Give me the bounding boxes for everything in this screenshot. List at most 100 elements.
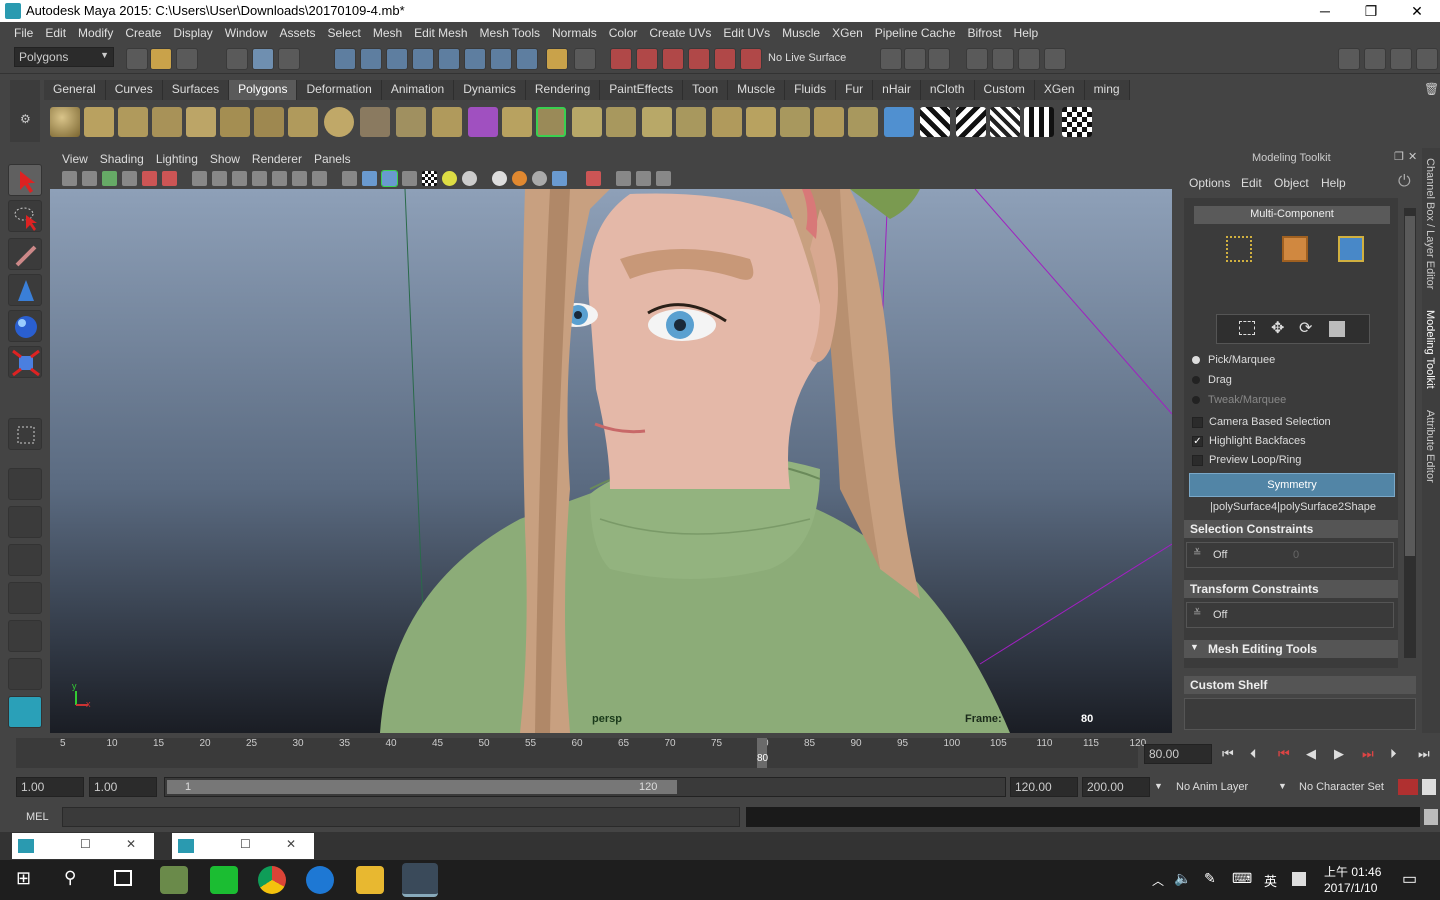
render-view-icon[interactable] [966, 48, 988, 70]
safe-title-icon[interactable] [312, 171, 327, 186]
rotate-tool-icon[interactable] [8, 310, 42, 342]
screen-space-ao-icon[interactable] [492, 171, 507, 186]
windows-start-icon[interactable]: ⊞ [16, 868, 31, 889]
chevron-up-icon[interactable]: ︿ [1152, 872, 1164, 889]
shelf-tab-deformation[interactable]: Deformation [297, 80, 382, 100]
render-settings-icon[interactable] [1044, 48, 1066, 70]
mt-menu-help[interactable]: Help [1321, 176, 1346, 190]
menu-edit-mesh[interactable]: Edit Mesh [408, 26, 473, 40]
clock-time[interactable]: 上午 01:46 [1324, 863, 1381, 880]
command-input[interactable] [62, 807, 740, 827]
shelf-tab-rendering[interactable]: Rendering [525, 80, 601, 100]
xray-components-icon[interactable] [656, 171, 671, 186]
vp-menu-view[interactable]: View [56, 152, 94, 166]
multi-component-button[interactable]: Multi-Component [1194, 206, 1390, 224]
shelf-tab-animation[interactable]: Animation [381, 80, 455, 100]
menu-display[interactable]: Display [167, 26, 218, 40]
checkbox-camera-based-selection[interactable]: Camera Based Selection [1192, 416, 1331, 428]
combine-icon[interactable] [360, 107, 390, 137]
new-scene-icon[interactable] [126, 48, 148, 70]
grid-icon[interactable] [192, 171, 207, 186]
menu-color[interactable]: Color [603, 26, 644, 40]
current-frame-field[interactable]: 80.00 [1144, 744, 1212, 764]
radio-tweak-marquee[interactable]: Tweak/Marquee [1192, 394, 1286, 406]
select-by-deformation-icon[interactable] [438, 48, 460, 70]
shadows-icon[interactable] [462, 171, 477, 186]
shelf-tab-muscle[interactable]: Muscle [728, 80, 786, 100]
dropdown-icon[interactable]: ≚ [1193, 548, 1201, 559]
field-chart-icon[interactable] [272, 171, 287, 186]
select-hierarchy-icon[interactable] [226, 48, 248, 70]
dropdown-icon[interactable]: ≚ [1193, 608, 1201, 619]
spherical-mapping-icon[interactable] [990, 107, 1020, 137]
two-d-pan-zoom-icon[interactable] [142, 171, 157, 186]
mel-label[interactable]: MEL [26, 811, 49, 823]
hypershade-layout-icon[interactable] [8, 620, 42, 652]
step-back-key-icon[interactable]: ⏮ [1278, 746, 1290, 762]
shelf-tab-toon[interactable]: Toon [683, 80, 729, 100]
go-to-start-icon[interactable]: ⏮ [1222, 746, 1234, 762]
camera-attributes-icon[interactable] [82, 171, 97, 186]
anim-start-field[interactable]: 1.00 [16, 777, 84, 797]
vp-menu-lighting[interactable]: Lighting [150, 152, 204, 166]
marquee-icon[interactable] [1239, 321, 1255, 335]
multi-cut-icon[interactable] [746, 107, 776, 137]
four-view-layout-icon[interactable] [8, 506, 42, 538]
range-slider-handle[interactable] [167, 780, 677, 794]
playback-start-field[interactable]: 1.00 [89, 777, 157, 797]
close-icon[interactable]: ✕ [286, 837, 296, 851]
minimized-window-1[interactable]: ☐ ✕ [12, 833, 154, 859]
separate-icon[interactable] [396, 107, 426, 137]
gear-icon[interactable]: ⚙ [20, 112, 31, 126]
tab-channel-box[interactable]: Channel Box / Layer Editor [1424, 158, 1436, 289]
poly-soccer-ball-icon[interactable] [324, 107, 354, 137]
pen-icon[interactable]: ✎ [1204, 870, 1216, 887]
shelf-tab-nhair[interactable]: nHair [873, 80, 921, 100]
symmetry-button[interactable]: Symmetry [1189, 473, 1395, 497]
transform-constraint-value[interactable]: Off [1213, 609, 1227, 621]
checkbox-highlight-backfaces[interactable]: ✓ Highlight Backfaces [1192, 435, 1306, 447]
maximize-button[interactable]: ❐ [1348, 0, 1394, 22]
motion-blur-icon[interactable] [512, 171, 527, 186]
minimized-window-2[interactable]: ☐ ✕ [172, 833, 314, 859]
menu-bifrost[interactable]: Bifrost [962, 26, 1008, 40]
animation-preferences-icon[interactable] [1422, 779, 1436, 795]
isolate-select-icon[interactable] [586, 171, 601, 186]
persp-outliner-layout-icon[interactable] [8, 544, 42, 576]
script-editor-icon[interactable] [1424, 809, 1438, 825]
extrude-icon[interactable] [572, 107, 602, 137]
character-set-label[interactable]: No Character Set [1299, 781, 1384, 793]
menu-create-uvs[interactable]: Create UVs [643, 26, 717, 40]
render-frame-icon[interactable] [992, 48, 1014, 70]
transform-constraints-header[interactable]: Transform Constraints [1184, 580, 1398, 598]
toolkit-scrollbar[interactable] [1404, 208, 1416, 658]
lock-selection-icon[interactable] [546, 48, 568, 70]
select-by-misc-icon[interactable] [516, 48, 538, 70]
menu-set-dropdown[interactable]: Polygons ▼ [14, 47, 114, 67]
step-forward-frame-icon[interactable]: ⏵ [1390, 746, 1397, 762]
safe-action-icon[interactable] [292, 171, 307, 186]
ime-mode-icon[interactable] [1292, 872, 1306, 886]
minimize-button[interactable]: ─ [1302, 0, 1348, 22]
file-explorer-icon[interactable] [356, 866, 384, 894]
select-by-curve-icon[interactable] [386, 48, 408, 70]
select-by-dynamic-icon[interactable] [464, 48, 486, 70]
grease-pencil-icon[interactable] [162, 171, 177, 186]
ipr-render-icon[interactable] [1018, 48, 1040, 70]
volume-icon[interactable]: 🔈 [1174, 870, 1191, 887]
menu-select[interactable]: Select [321, 26, 366, 40]
average-vertices-icon[interactable] [502, 107, 532, 137]
menu-xgen[interactable]: XGen [826, 26, 869, 40]
output-ops-icon[interactable] [904, 48, 926, 70]
poly-cone-icon[interactable] [152, 107, 182, 137]
select-tool-icon[interactable] [8, 164, 42, 196]
shelf-tab-curves[interactable]: Curves [105, 80, 163, 100]
save-scene-icon[interactable] [176, 48, 198, 70]
multisample-aa-icon[interactable] [532, 171, 547, 186]
smooth-icon[interactable] [432, 107, 462, 137]
automatic-mapping-icon[interactable] [1024, 107, 1054, 137]
textured-icon[interactable] [422, 171, 437, 186]
open-scene-icon[interactable] [150, 48, 172, 70]
mesh-editing-tools-header[interactable]: ▼ Mesh Editing Tools [1184, 640, 1398, 658]
poly-cylinder-icon[interactable] [118, 107, 148, 137]
